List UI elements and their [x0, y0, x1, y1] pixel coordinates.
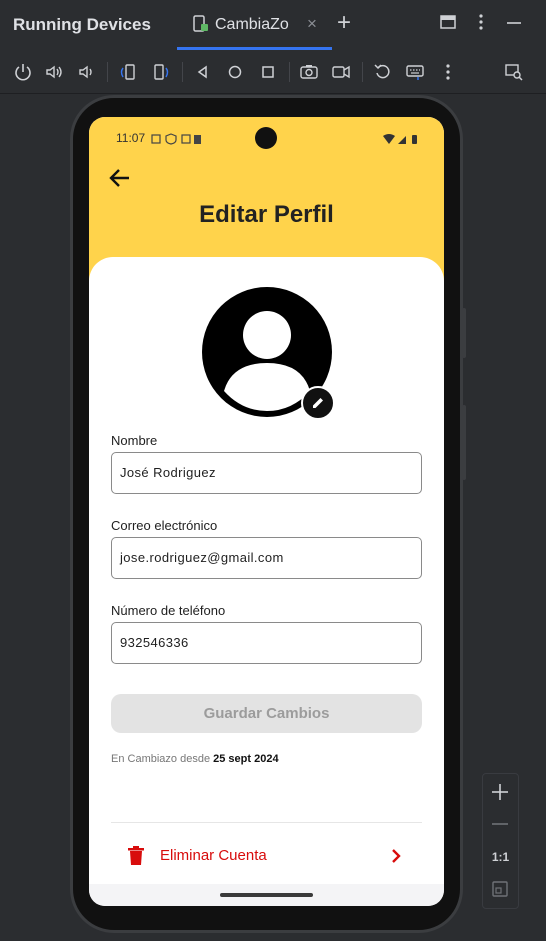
trash-icon — [127, 846, 145, 871]
page-title: Editar Perfil — [199, 201, 334, 228]
tab-cambiazo[interactable]: CambiaZo × — [177, 0, 332, 50]
zoom-out-icon[interactable] — [490, 814, 510, 839]
home-icon[interactable] — [225, 62, 245, 82]
delete-account-row[interactable]: Eliminar Cuenta — [111, 837, 422, 877]
toolbar-divider — [362, 62, 363, 82]
front-camera — [255, 127, 277, 149]
zoom-fit-icon[interactable] — [491, 880, 509, 903]
back-arrow-icon[interactable] — [107, 165, 133, 196]
device-tab-icon — [192, 15, 210, 38]
options-icon[interactable] — [472, 13, 490, 36]
phone-label: Número de teléfono — [111, 603, 226, 618]
device-explorer-icon[interactable] — [504, 62, 524, 82]
zoom-in-icon[interactable] — [490, 782, 510, 807]
rotate-left-icon[interactable] — [118, 62, 138, 82]
status-system-icons — [382, 132, 418, 150]
panel-title: Running Devices — [13, 15, 151, 34]
toolbar-divider — [107, 62, 108, 82]
zoom-controls: 1:1 — [482, 773, 519, 909]
member-since-prefix: En Cambiazo desde — [111, 753, 214, 765]
screenshot-icon[interactable] — [299, 62, 319, 82]
power-icon[interactable] — [13, 62, 33, 82]
device-screen[interactable]: 11:07 Editar Perfil Nombre José Rodrigue… — [89, 117, 444, 906]
status-notification-icons — [151, 132, 201, 150]
name-field[interactable]: José Rodriguez — [111, 452, 422, 494]
keyboard-icon[interactable] — [405, 62, 425, 82]
toolbar-divider — [289, 62, 290, 82]
tab-close-icon[interactable]: × — [307, 14, 317, 34]
overview-icon[interactable] — [258, 62, 278, 82]
reset-icon[interactable] — [373, 62, 393, 82]
tab-label: CambiaZo — [215, 16, 289, 33]
name-label: Nombre — [111, 433, 158, 448]
back-icon[interactable] — [193, 62, 213, 82]
device-side-button — [462, 405, 466, 480]
edit-avatar-button[interactable] — [301, 386, 335, 420]
ide-top-bar: Running Devices CambiaZo × + — [0, 0, 546, 50]
rotate-right-icon[interactable] — [151, 62, 171, 82]
zoom-actual-size[interactable]: 1:1 — [483, 850, 518, 864]
member-since-date: 25 sept 2024 — [213, 753, 279, 765]
device-side-button — [462, 308, 466, 358]
chevron-right-icon — [389, 848, 403, 869]
window-layout-icon[interactable] — [439, 13, 457, 36]
member-since-text: En Cambiazo desde 25 sept 2024 — [111, 753, 279, 765]
minimize-icon[interactable] — [505, 13, 523, 36]
volume-down-icon[interactable] — [76, 62, 96, 82]
email-label: Correo electrónico — [111, 518, 218, 533]
add-tab-icon[interactable]: + — [337, 9, 351, 37]
volume-up-icon[interactable] — [44, 62, 64, 82]
pencil-icon — [310, 395, 326, 416]
phone-field[interactable]: 932546336 — [111, 622, 422, 664]
more-icon[interactable] — [438, 62, 458, 82]
nav-handle[interactable] — [220, 893, 313, 897]
status-time: 11:07 — [116, 131, 146, 145]
email-field[interactable]: jose.rodriguez@gmail.com — [111, 537, 422, 579]
divider — [111, 822, 422, 823]
device-toolbar — [0, 50, 546, 94]
delete-account-label: Eliminar Cuenta — [160, 847, 267, 864]
screen-record-icon[interactable] — [331, 62, 351, 82]
save-changes-button[interactable]: Guardar Cambios — [111, 694, 422, 733]
toolbar-divider — [182, 62, 183, 82]
gesture-nav-bar — [89, 884, 444, 906]
